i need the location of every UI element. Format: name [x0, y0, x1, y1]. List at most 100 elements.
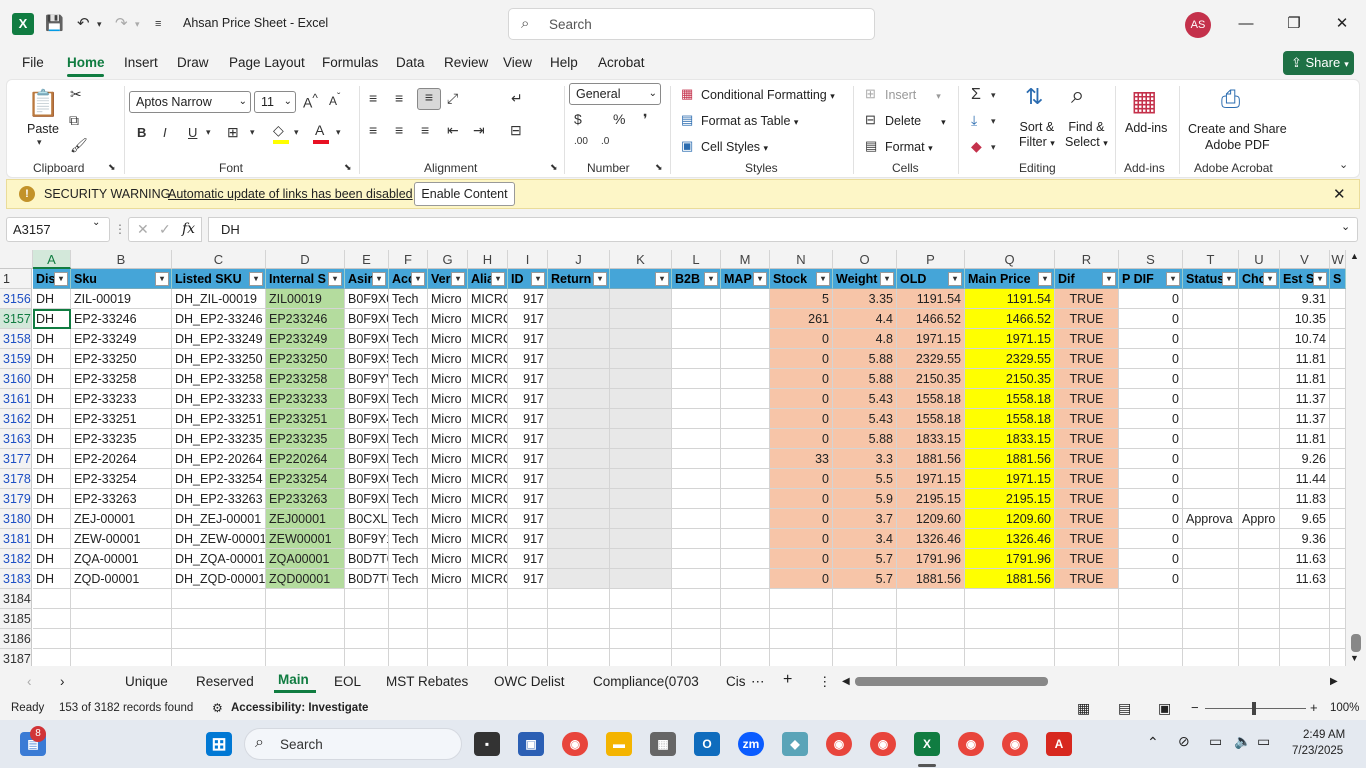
table-header-cell[interactable]: ▾: [610, 269, 672, 289]
table-cell[interactable]: 0: [1119, 509, 1183, 529]
table-cell[interactable]: B0D7T0: [345, 549, 389, 569]
table-cell[interactable]: 1209.60: [897, 509, 965, 529]
table-cell[interactable]: [1330, 489, 1346, 509]
table-cell[interactable]: [1183, 469, 1239, 489]
store-icon[interactable]: ▣: [518, 732, 544, 756]
create-pdf-button[interactable]: Create and Share Adobe PDF: [1188, 121, 1287, 153]
worksheet-grid[interactable]: A B C D E F G H I J K L M N O P Q R S T U V W 1 Dis ▾ Sku ▾ Listed S…: [0, 250, 1346, 666]
table-cell[interactable]: [1183, 589, 1239, 609]
table-cell[interactable]: 3.3: [833, 449, 897, 469]
column-header-q[interactable]: Q: [965, 250, 1055, 269]
table-cell[interactable]: Tech: [389, 569, 428, 589]
calculator-icon[interactable]: ▦: [650, 732, 676, 756]
number-format-combo[interactable]: General ⌄: [569, 83, 661, 105]
table-header-cell[interactable]: Dif ▾: [1055, 269, 1119, 289]
table-cell[interactable]: 0: [770, 369, 833, 389]
table-cell[interactable]: [1330, 609, 1346, 629]
table-cell[interactable]: [610, 629, 672, 649]
sheet-tab-eol[interactable]: EOL: [334, 674, 361, 689]
table-cell[interactable]: 5.9: [833, 489, 897, 509]
table-cell[interactable]: [721, 529, 770, 549]
status-accessibility[interactable]: Accessibility: Investigate: [231, 702, 368, 714]
table-cell[interactable]: 0: [770, 429, 833, 449]
chrome-icon[interactable]: ◉: [562, 732, 588, 756]
table-cell[interactable]: ZQD-00001: [71, 569, 172, 589]
table-cell[interactable]: [610, 469, 672, 489]
cancel-icon[interactable]: ✕: [137, 221, 149, 238]
tab-scroll-left-icon[interactable]: ‹: [27, 674, 32, 689]
table-cell[interactable]: [1239, 629, 1280, 649]
chevron-down-icon[interactable]: ⌄: [92, 217, 100, 228]
excel-taskbar-icon[interactable]: X: [914, 732, 940, 756]
table-cell[interactable]: EP233250: [266, 349, 345, 369]
column-header-t[interactable]: T: [1183, 250, 1239, 269]
table-cell[interactable]: 0: [1119, 469, 1183, 489]
delete-cells-icon[interactable]: ⊟: [865, 112, 876, 128]
table-cell[interactable]: [1330, 349, 1346, 369]
addins-icon[interactable]: ▦: [1131, 84, 1157, 117]
column-header-d[interactable]: D: [266, 250, 345, 269]
table-cell[interactable]: 0: [770, 409, 833, 429]
column-header-s[interactable]: S: [1119, 250, 1183, 269]
tab-insert[interactable]: Insert: [124, 55, 158, 70]
table-cell[interactable]: DH: [33, 309, 71, 329]
table-cell[interactable]: MICRO: [468, 489, 508, 509]
table-cell[interactable]: [33, 629, 71, 649]
table-cell[interactable]: [672, 489, 721, 509]
table-header-cell[interactable]: Stock ▾: [770, 269, 833, 289]
column-header-l[interactable]: L: [672, 250, 721, 269]
table-cell[interactable]: 1466.52: [965, 309, 1055, 329]
table-cell[interactable]: ZQA-00001: [71, 549, 172, 569]
table-cell[interactable]: DH_ZQD-00001: [172, 569, 266, 589]
table-cell[interactable]: [672, 529, 721, 549]
tab-view[interactable]: View: [503, 55, 532, 70]
sheet-tab-reserved[interactable]: Reserved: [196, 674, 254, 689]
filter-dropdown-icon[interactable]: ▾: [531, 272, 545, 286]
column-header-b[interactable]: B: [71, 250, 172, 269]
cut-icon[interactable]: ✂: [70, 86, 82, 103]
table-cell[interactable]: EP233235: [266, 429, 345, 449]
table-cell[interactable]: [610, 489, 672, 509]
more-sheets-icon[interactable]: ⋯: [751, 674, 765, 690]
table-cell[interactable]: DH_ZIL-00019: [172, 289, 266, 309]
table-cell[interactable]: [1239, 309, 1280, 329]
column-header-f[interactable]: F: [389, 250, 428, 269]
table-cell[interactable]: [610, 389, 672, 409]
sort-filter-button[interactable]: Sort & Filter ▾: [1019, 120, 1055, 151]
formula-input[interactable]: DH: [208, 217, 1358, 242]
vertical-scroll-thumb[interactable]: [1351, 634, 1361, 652]
table-cell[interactable]: 0: [1119, 449, 1183, 469]
table-cell[interactable]: [1330, 289, 1346, 309]
table-cell[interactable]: [965, 649, 1055, 666]
filter-dropdown-icon[interactable]: ▾: [451, 272, 465, 286]
column-header-h[interactable]: H: [468, 250, 508, 269]
table-cell[interactable]: 917: [508, 389, 548, 409]
currency-icon[interactable]: $: [574, 111, 582, 127]
table-cell[interactable]: [1239, 529, 1280, 549]
number-launcher-icon[interactable]: ⬊: [655, 162, 663, 173]
table-cell[interactable]: 1191.54: [897, 289, 965, 309]
table-cell[interactable]: TRUE: [1055, 389, 1119, 409]
sheet-tab-mst-rebates[interactable]: MST Rebates: [386, 674, 468, 689]
table-cell[interactable]: [428, 629, 468, 649]
table-cell[interactable]: [610, 549, 672, 569]
table-cell[interactable]: [610, 349, 672, 369]
table-cell[interactable]: MICRO: [468, 309, 508, 329]
table-cell[interactable]: 11.37: [1280, 409, 1330, 429]
table-cell[interactable]: Tech: [389, 309, 428, 329]
table-cell[interactable]: [897, 649, 965, 666]
table-cell[interactable]: [1183, 409, 1239, 429]
table-cell[interactable]: [468, 609, 508, 629]
table-cell[interactable]: TRUE: [1055, 429, 1119, 449]
font-name-combo[interactable]: Aptos Narrow ⌄: [129, 91, 251, 113]
table-cell[interactable]: B0F9X0: [345, 329, 389, 349]
table-cell[interactable]: [1239, 409, 1280, 429]
filter-dropdown-icon[interactable]: ▾: [1102, 272, 1116, 286]
table-header-cell[interactable]: P DIF ▾: [1119, 269, 1183, 289]
column-header-o[interactable]: O: [833, 250, 897, 269]
table-cell[interactable]: Tech: [389, 389, 428, 409]
row-header-3162[interactable]: 3162: [0, 409, 32, 429]
table-cell[interactable]: [1330, 429, 1346, 449]
table-cell[interactable]: [672, 649, 721, 666]
avatar[interactable]: AS: [1185, 12, 1211, 38]
